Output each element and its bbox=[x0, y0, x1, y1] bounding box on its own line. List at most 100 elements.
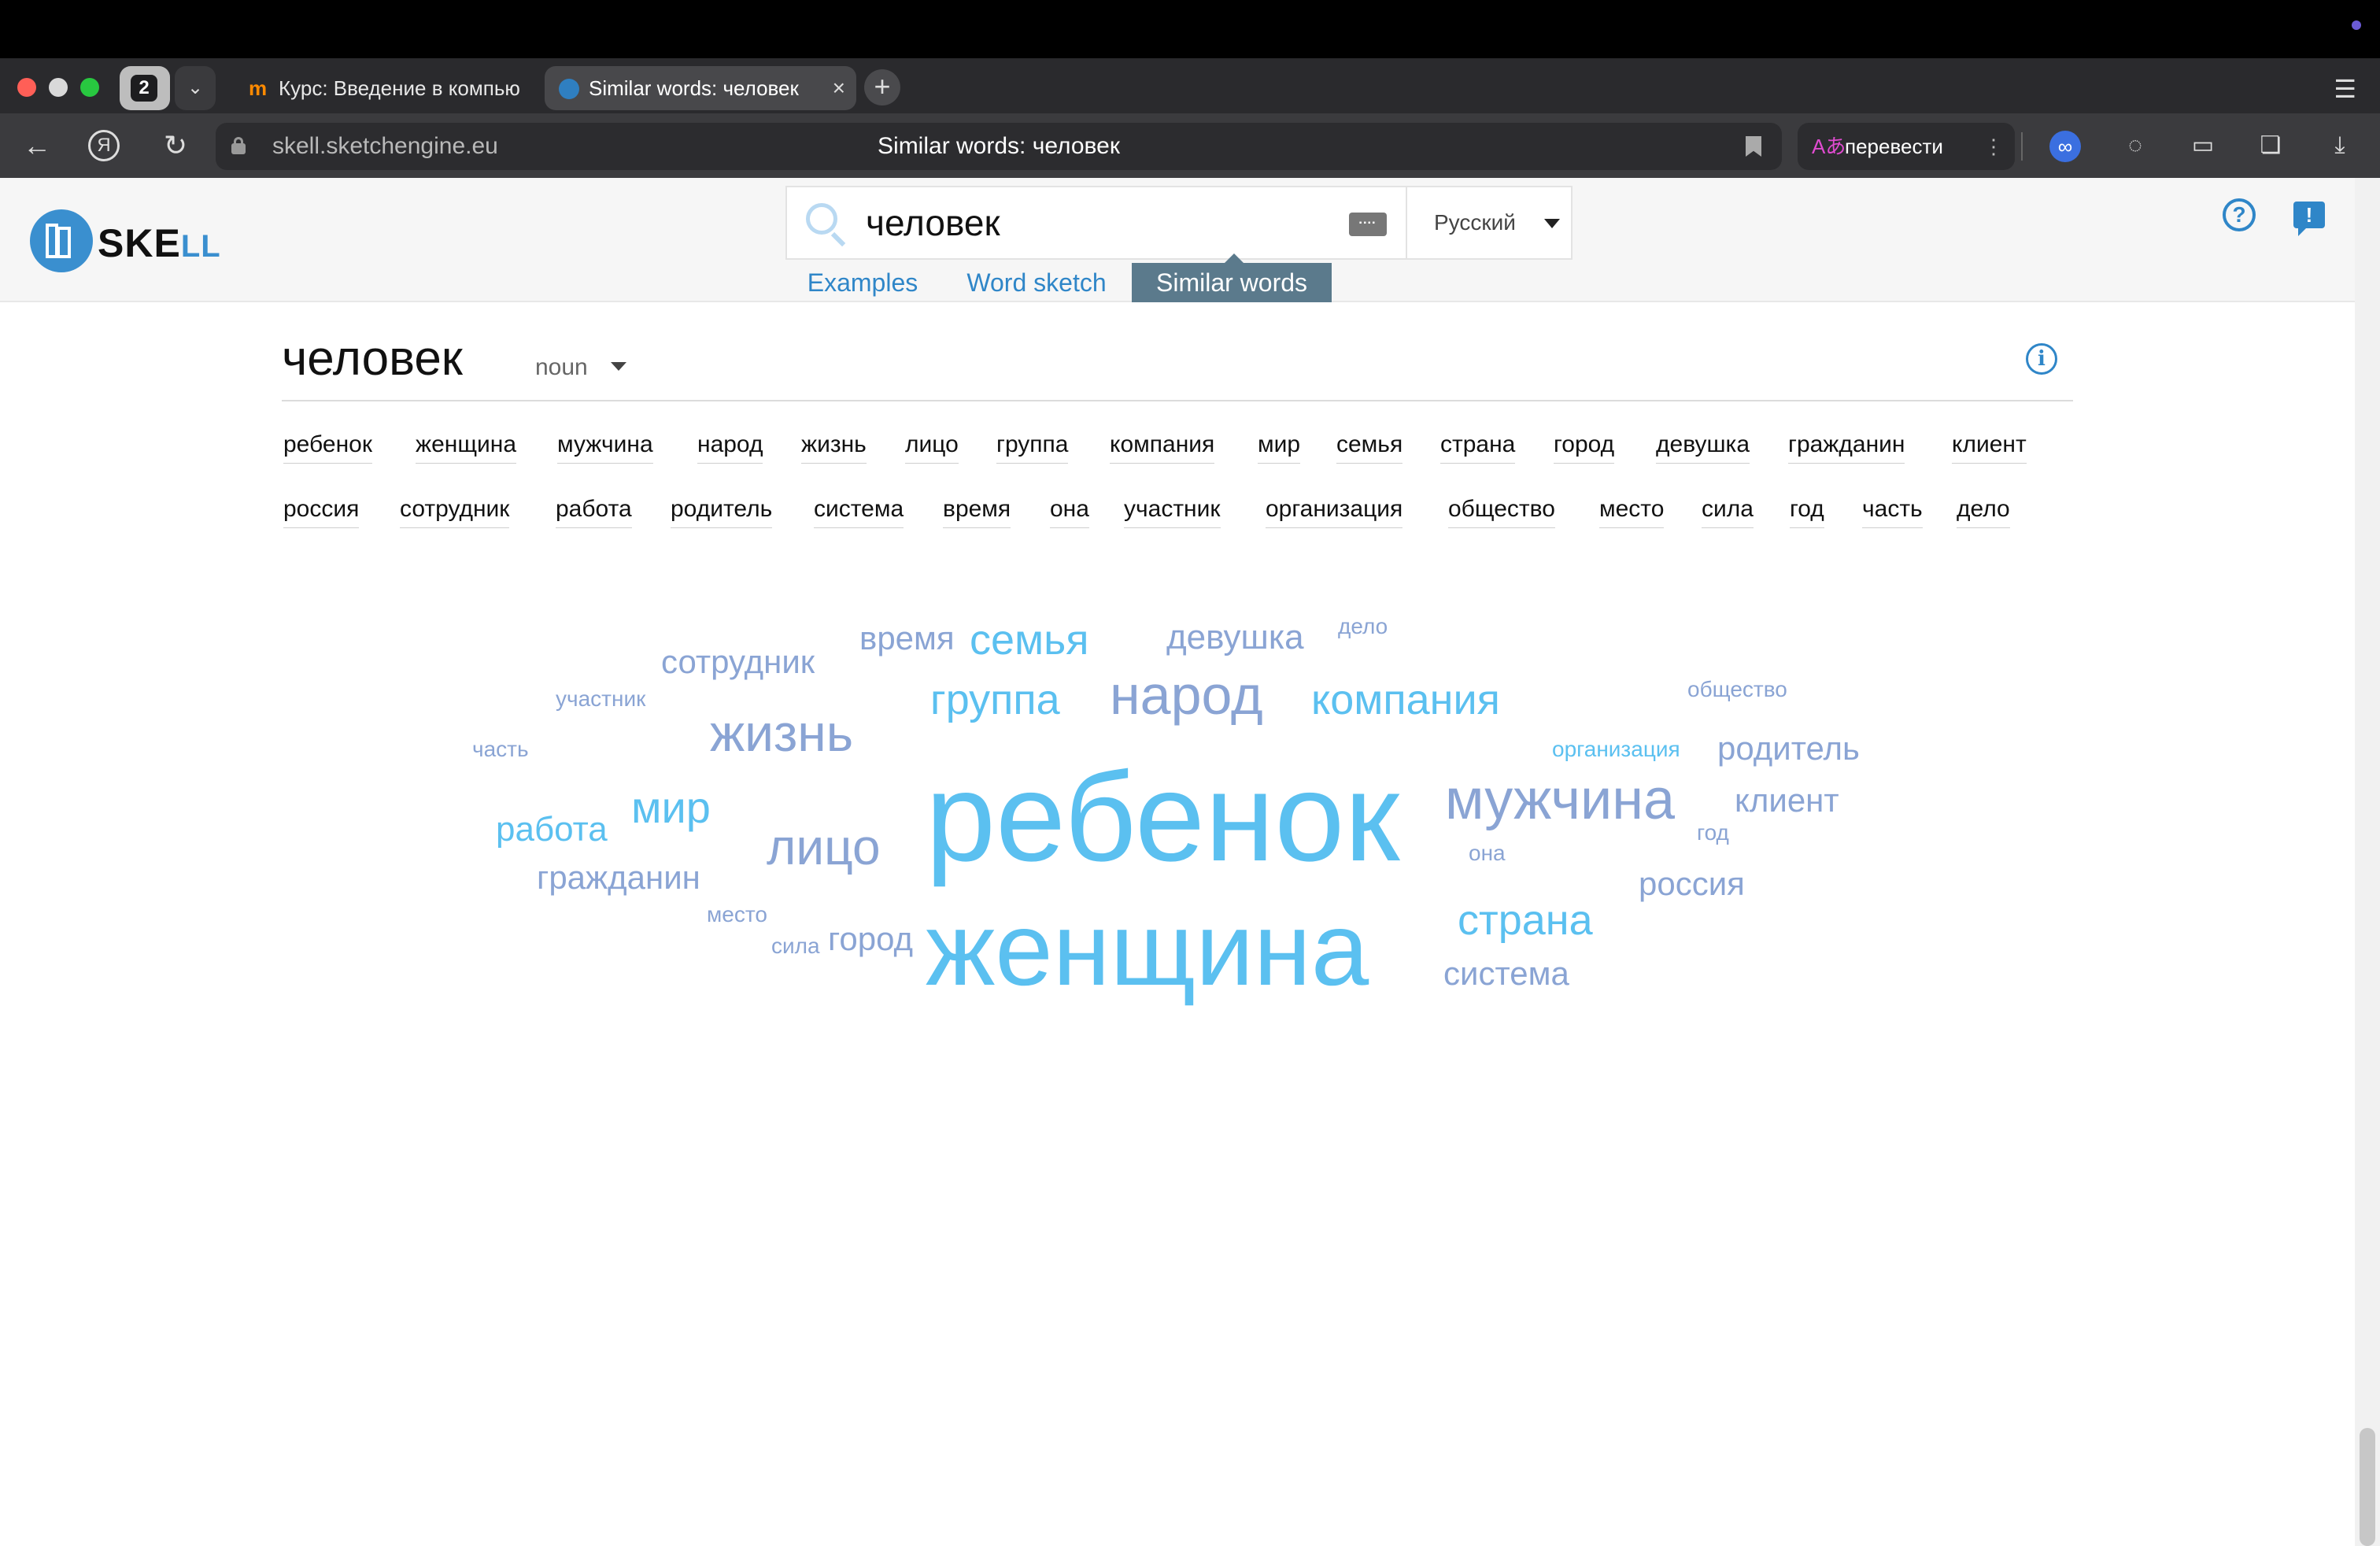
similar-word-link[interactable]: компания bbox=[1110, 431, 1215, 464]
similar-word-link[interactable]: участник bbox=[1124, 496, 1221, 528]
similar-word-link[interactable]: народ bbox=[697, 431, 763, 464]
bookmark-icon[interactable] bbox=[1746, 136, 1761, 157]
cloud-word[interactable]: участник bbox=[556, 688, 645, 710]
cloud-word[interactable]: группа bbox=[930, 679, 1060, 721]
cloud-word[interactable]: она bbox=[1469, 842, 1506, 864]
cloud-word[interactable]: народ bbox=[1110, 668, 1263, 723]
similar-word-link[interactable]: жизнь bbox=[801, 431, 867, 464]
language-select[interactable]: Русский bbox=[1407, 186, 1572, 260]
similar-word-link[interactable]: сотрудник bbox=[400, 496, 510, 528]
cloud-word[interactable]: сила bbox=[771, 935, 820, 957]
similar-word-link[interactable]: лицо bbox=[905, 431, 959, 464]
chat-icon[interactable]: ❏ bbox=[2252, 128, 2289, 164]
cloud-word[interactable]: место bbox=[707, 904, 767, 926]
cloud-word[interactable]: девушка bbox=[1166, 620, 1304, 655]
battery-icon[interactable]: ▭ bbox=[2185, 128, 2221, 164]
new-tab-button[interactable]: + bbox=[864, 69, 900, 105]
scrollbar-thumb[interactable] bbox=[2360, 1428, 2375, 1546]
close-tab-icon[interactable]: × bbox=[833, 66, 845, 110]
similar-word-link[interactable]: работа bbox=[556, 496, 632, 528]
similar-word-link[interactable]: группа bbox=[996, 431, 1069, 464]
minimize-window-button[interactable] bbox=[49, 78, 68, 97]
reload-icon[interactable]: ↻ bbox=[157, 128, 194, 164]
headword: человек bbox=[282, 331, 463, 386]
close-window-button[interactable] bbox=[17, 78, 36, 97]
tab-list-dropdown[interactable]: ⌄ bbox=[175, 66, 216, 110]
translate-button[interactable]: Aあ перевести ⋮ bbox=[1798, 123, 2015, 170]
infinity-extension-icon[interactable]: ∞ bbox=[2049, 131, 2081, 162]
cloud-word[interactable]: гражданин bbox=[537, 861, 700, 894]
similar-word-link[interactable]: система bbox=[814, 496, 904, 528]
cloud-word[interactable]: ребенок bbox=[926, 754, 1399, 880]
similar-word-link[interactable]: общество bbox=[1448, 496, 1555, 528]
cloud-word[interactable]: часть bbox=[472, 738, 529, 760]
cloud-word[interactable]: организация bbox=[1552, 738, 1680, 760]
cloud-word[interactable]: город bbox=[828, 923, 913, 956]
cloud-word[interactable]: время bbox=[859, 622, 955, 655]
cloud-word[interactable]: родитель bbox=[1717, 732, 1860, 765]
cloud-word[interactable]: семья bbox=[970, 619, 1089, 661]
back-arrow-icon[interactable]: ← bbox=[19, 128, 55, 164]
search-input[interactable] bbox=[864, 187, 1305, 258]
similar-word-link[interactable]: клиент bbox=[1952, 431, 2027, 464]
similar-word-link[interactable]: сила bbox=[1702, 496, 1754, 528]
similar-word-link[interactable]: город bbox=[1554, 431, 1615, 464]
cloud-word[interactable]: лицо bbox=[767, 822, 881, 872]
similar-word-link[interactable]: часть bbox=[1862, 496, 1923, 528]
help-icon[interactable]: ? bbox=[2223, 198, 2256, 231]
tab-similar-words[interactable]: Similar words bbox=[1132, 253, 1332, 302]
cloud-word[interactable]: россия bbox=[1639, 867, 1745, 901]
similar-word-link[interactable]: ребенок bbox=[283, 431, 372, 464]
feedback-icon[interactable]: ! bbox=[2293, 202, 2325, 236]
similar-word-link[interactable]: женщина bbox=[416, 431, 517, 464]
similar-word-link[interactable]: семья bbox=[1336, 431, 1403, 464]
similar-word-link[interactable]: гражданин bbox=[1788, 431, 1905, 464]
cloud-word[interactable]: страна bbox=[1458, 899, 1593, 941]
similar-word-link[interactable]: мужчина bbox=[557, 431, 653, 464]
search-icon[interactable] bbox=[806, 203, 847, 247]
cloud-word[interactable]: сотрудник bbox=[661, 645, 815, 679]
cloud-word[interactable]: мир bbox=[631, 786, 711, 830]
address-bar[interactable]: skell.sketchengine.eu Similar words: чел… bbox=[216, 123, 1782, 170]
similar-word-link[interactable]: она bbox=[1050, 496, 1089, 528]
similar-word-link[interactable]: страна bbox=[1440, 431, 1516, 464]
cloud-word[interactable]: общество bbox=[1687, 679, 1787, 701]
maximize-window-button[interactable] bbox=[80, 78, 99, 97]
similar-word-link[interactable]: мир bbox=[1258, 431, 1301, 464]
similar-word-link[interactable]: дело bbox=[1957, 496, 2010, 528]
hamburger-menu-icon[interactable]: ☰ bbox=[2334, 74, 2356, 104]
pos-select[interactable]: noun bbox=[535, 354, 588, 381]
similar-word-link[interactable]: россия bbox=[283, 496, 360, 528]
tab-word-sketch[interactable]: Word sketch bbox=[949, 263, 1124, 302]
tab-course[interactable]: m Курс: Введение в компью bbox=[235, 66, 532, 110]
cloud-word[interactable]: компания bbox=[1311, 679, 1500, 721]
tab-counter-button[interactable]: 2 bbox=[120, 66, 170, 110]
cloud-word[interactable]: система bbox=[1443, 957, 1569, 990]
yandex-icon[interactable]: Я bbox=[88, 130, 120, 161]
cloud-word[interactable]: женщина bbox=[926, 897, 1369, 1001]
page-scrollbar[interactable] bbox=[2355, 178, 2380, 1546]
similar-word-link[interactable]: время bbox=[943, 496, 1011, 528]
lock-icon bbox=[231, 137, 246, 154]
tab-similar-words[interactable]: Similar words: человек × bbox=[545, 66, 856, 110]
tab-examples[interactable]: Examples bbox=[787, 263, 938, 302]
info-icon[interactable]: i bbox=[2026, 343, 2057, 375]
cloud-word[interactable]: мужчина bbox=[1445, 771, 1675, 828]
lightbulb-icon[interactable]: ◌ bbox=[2117, 128, 2153, 164]
caret-down-icon[interactable] bbox=[611, 362, 626, 371]
similar-word-link[interactable]: организация bbox=[1266, 496, 1403, 528]
status-dot bbox=[2352, 20, 2361, 30]
keyboard-icon[interactable]: ▪▪▪▪ bbox=[1349, 213, 1387, 236]
similar-word-link[interactable]: девушка bbox=[1656, 431, 1750, 464]
similar-word-link[interactable]: место bbox=[1599, 496, 1665, 528]
cloud-word[interactable]: работа bbox=[496, 812, 608, 847]
cloud-word[interactable]: жизнь bbox=[710, 707, 853, 759]
download-icon[interactable]: ⤓ bbox=[2322, 128, 2358, 164]
similar-word-link[interactable]: родитель bbox=[671, 496, 773, 528]
cloud-word[interactable]: год bbox=[1697, 822, 1729, 844]
similar-word-link[interactable]: год bbox=[1790, 496, 1824, 528]
translate-label: перевести bbox=[1845, 135, 1943, 158]
cloud-word[interactable]: дело bbox=[1338, 616, 1388, 638]
cloud-word[interactable]: клиент bbox=[1735, 784, 1839, 817]
more-vertical-icon[interactable]: ⋮ bbox=[1983, 123, 2004, 170]
